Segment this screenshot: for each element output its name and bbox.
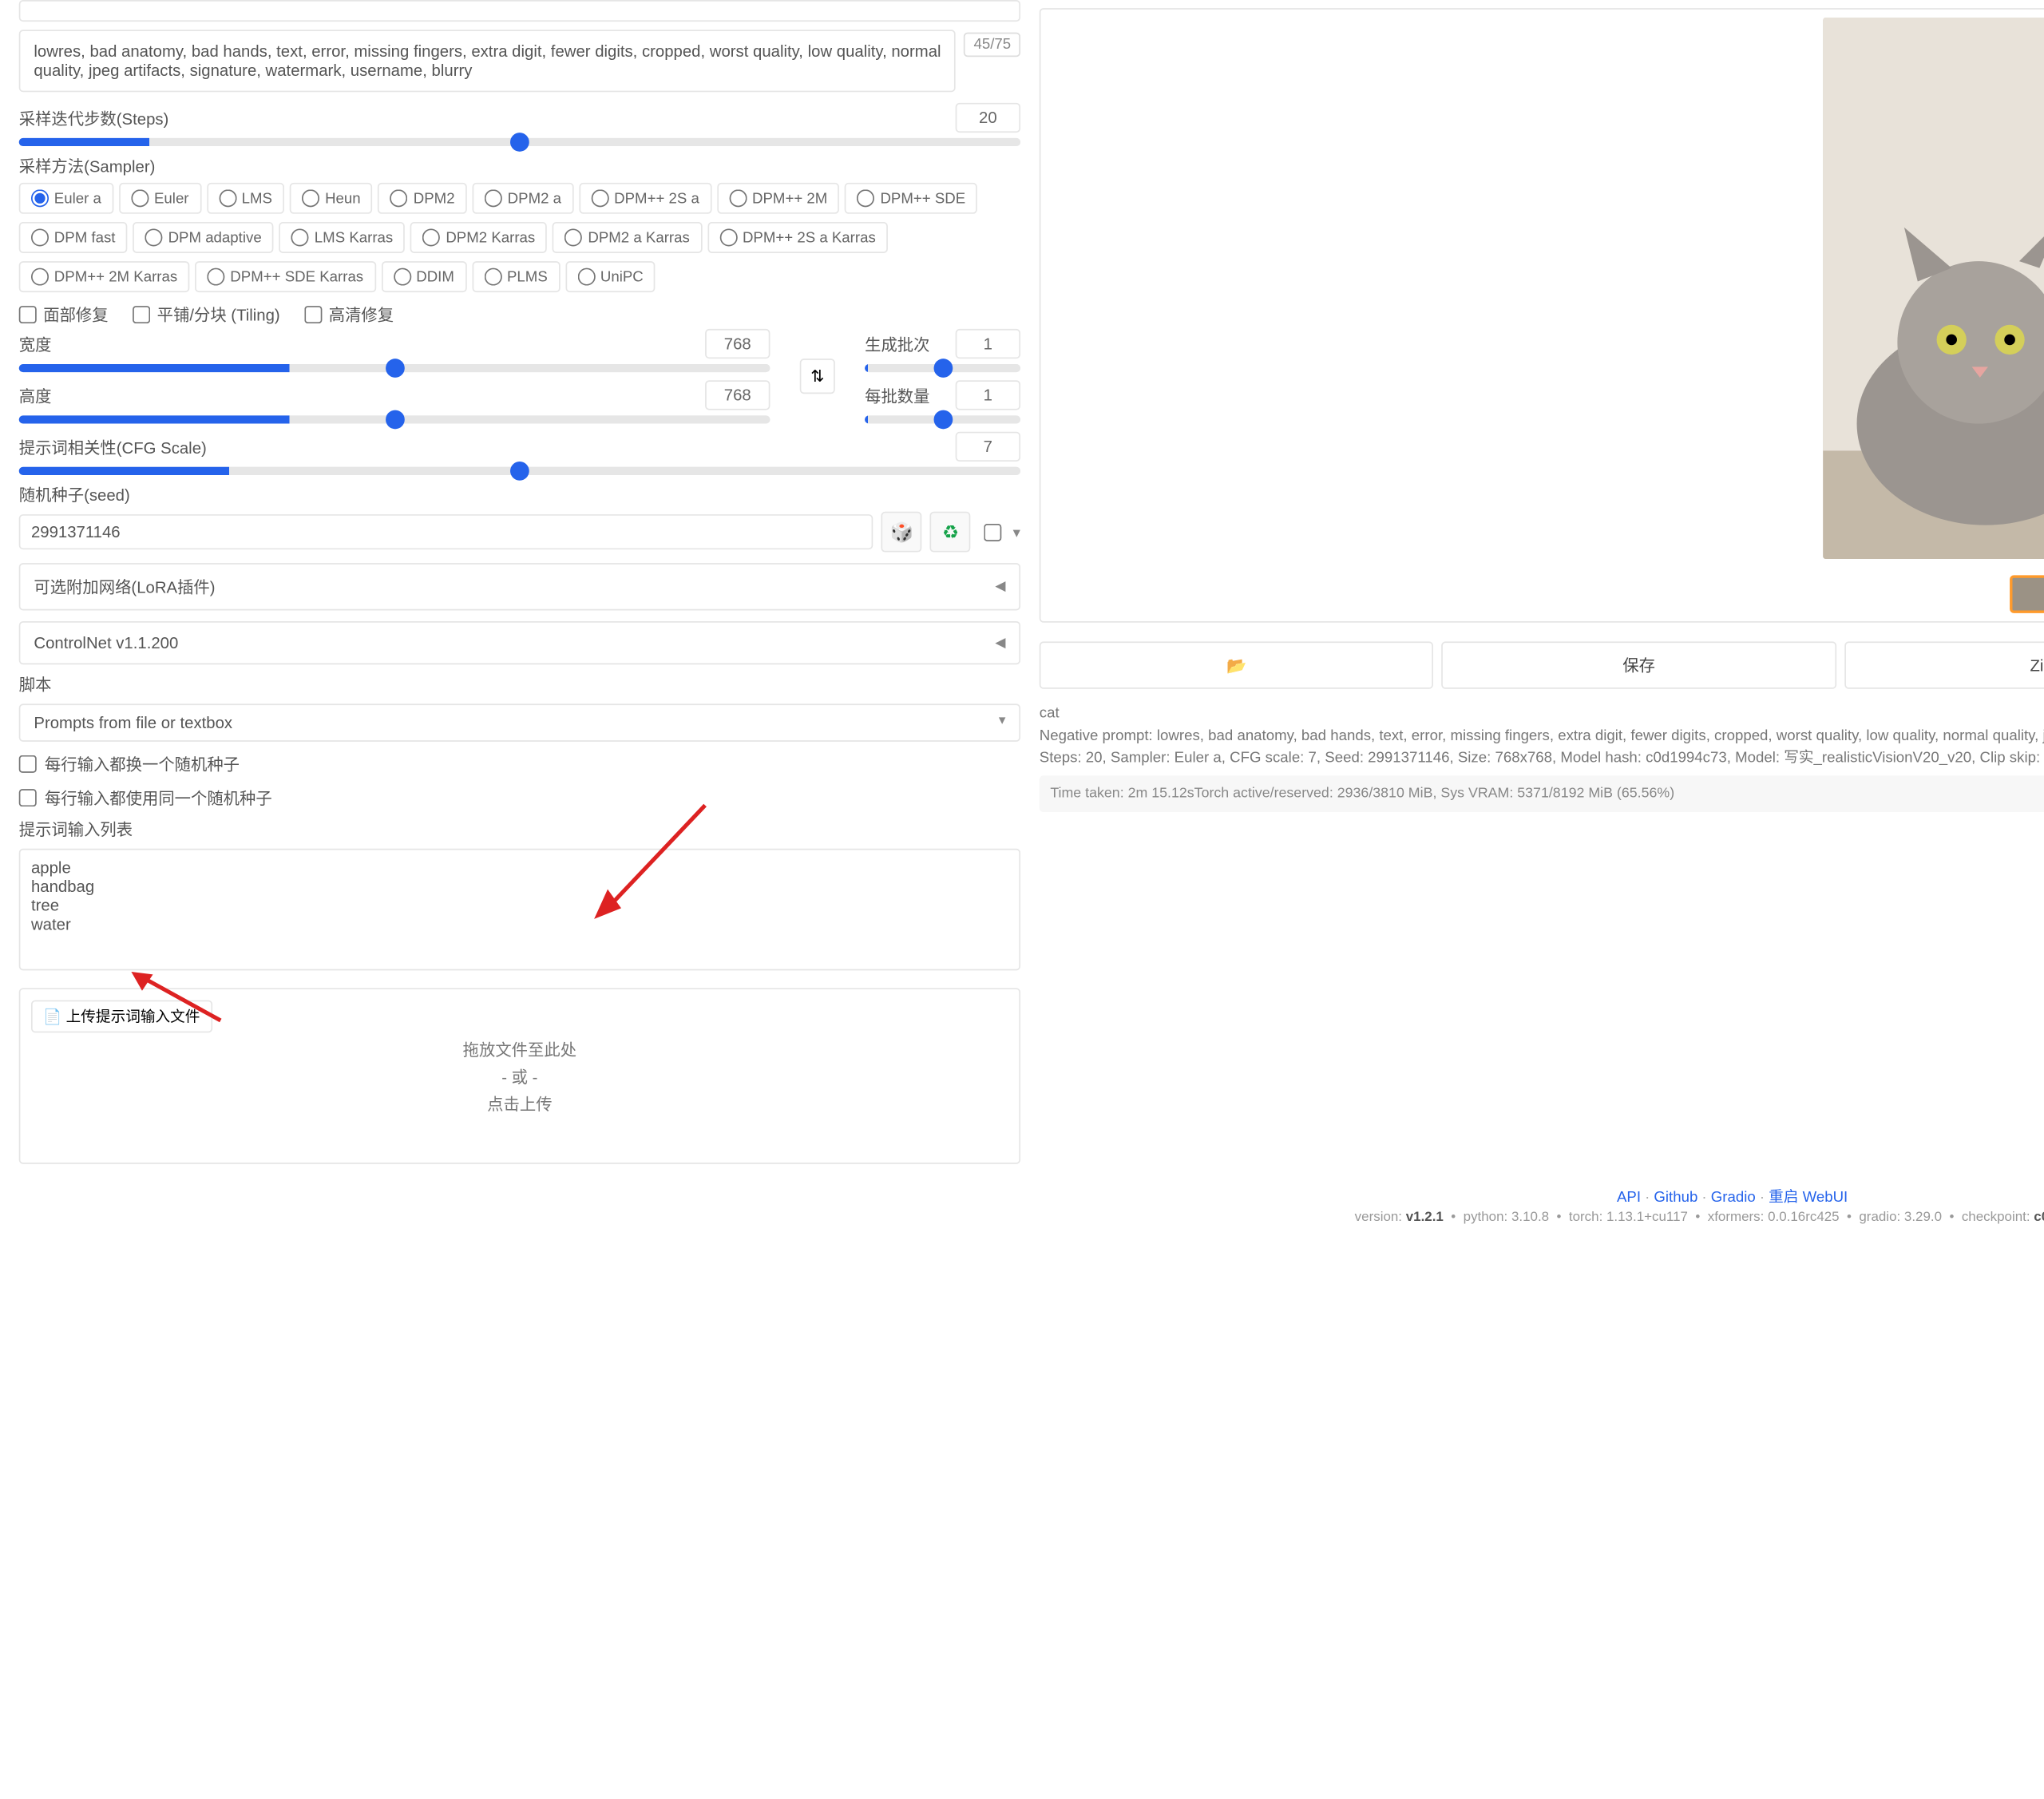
sampler-option[interactable]: DPM++ 2M Karras (19, 261, 190, 292)
negative-prompt-input[interactable]: lowres, bad anatomy, bad hands, text, er… (19, 30, 957, 92)
height-value[interactable]: 768 (705, 380, 770, 410)
seed-input[interactable] (19, 514, 873, 549)
prompt-list-label: 提示词输入列表 (19, 818, 1020, 841)
batch-count-slider[interactable] (865, 364, 1020, 372)
token-counter: 45/75 (965, 33, 1020, 57)
footer-github-link[interactable]: Github (1654, 1190, 1697, 1206)
sampler-option[interactable]: Euler a (19, 183, 113, 214)
steps-label: 采样迭代步数(Steps) (19, 106, 948, 129)
sampler-option[interactable]: Heun (290, 183, 373, 214)
script-select[interactable]: Prompts from file or textbox▾ (19, 703, 1020, 741)
sampler-option[interactable]: UniPC (565, 261, 656, 292)
height-label: 高度 (19, 384, 697, 407)
footer-api-link[interactable]: API (1617, 1190, 1641, 1206)
upload-dropzone[interactable]: 📄 上传提示词输入文件 拖放文件至此处 - 或 - 点击上传 (19, 988, 1020, 1163)
sampler-option[interactable]: DPM++ SDE (845, 183, 977, 214)
sampler-option[interactable]: Euler (119, 183, 201, 214)
sampler-option[interactable]: DPM++ SDE Karras (195, 261, 375, 292)
width-label: 宽度 (19, 332, 697, 355)
tiling-checkbox[interactable] (133, 306, 150, 323)
width-value[interactable]: 768 (705, 329, 770, 359)
random-seed-button[interactable]: 🎲 (881, 512, 922, 553)
reuse-seed-button[interactable]: ♻ (930, 512, 971, 553)
zip-button[interactable]: Zip (1844, 641, 2044, 688)
sampler-option[interactable]: DPM fast (19, 222, 128, 253)
sampler-option[interactable]: DDIM (381, 261, 466, 292)
batch-size-label: 每批数量 (865, 384, 947, 407)
script-label: 脚本 (19, 672, 1020, 695)
hires-checkbox[interactable] (304, 306, 322, 323)
chevron-down-icon: ▾ (999, 713, 1006, 732)
sampler-option[interactable]: DPM++ 2M (717, 183, 840, 214)
folder-icon: 📂 (1226, 656, 1246, 675)
extra-seed-checkbox[interactable] (984, 523, 1002, 541)
width-slider[interactable] (19, 364, 770, 372)
chevron-left-icon: ◀ (995, 579, 1005, 594)
result-timing: Time taken: 2m 15.12sTorch active/reserv… (1040, 775, 2044, 812)
sampler-option[interactable]: DPM++ 2S a (579, 183, 711, 214)
batch-size-value[interactable]: 1 (956, 380, 1020, 410)
cfg-label: 提示词相关性(CFG Scale) (19, 435, 948, 458)
batch-size-slider[interactable] (865, 415, 1020, 423)
footer-versions: version: v1.2.1 • python: 3.10.8 • torch… (0, 1210, 2044, 1225)
sampler-option[interactable]: DPM2 Karras (410, 222, 547, 253)
batch-count-value[interactable]: 1 (956, 329, 1020, 359)
extra-seed-dropdown-icon: ▾ (1013, 523, 1020, 541)
sampler-label: 采样方法(Sampler) (19, 154, 1020, 177)
prompt-list-textarea[interactable] (19, 849, 1020, 971)
face-restore-label: 面部修复 (43, 303, 108, 327)
sampler-option[interactable]: DPM2 a Karras (553, 222, 702, 253)
upload-file-button[interactable]: 📄 上传提示词输入文件 (31, 1001, 212, 1033)
save-button[interactable]: 保存 (1442, 641, 1836, 688)
controlnet-accordion[interactable]: ControlNet v1.1.200◀ (19, 621, 1020, 664)
sampler-option[interactable]: DPM adaptive (133, 222, 274, 253)
thumbnail[interactable] (2010, 575, 2044, 612)
steps-slider[interactable] (19, 138, 1020, 146)
cfg-value[interactable]: 7 (956, 432, 1020, 462)
generated-image[interactable] (1823, 18, 2044, 559)
sampler-option[interactable]: DPM2 (378, 183, 467, 214)
dropzone-click: 点击上传 (487, 1092, 552, 1115)
footer-reload-link[interactable]: 重启 WebUI (1769, 1190, 1848, 1206)
hires-label: 高清修复 (329, 303, 394, 327)
sampler-option[interactable]: DPM++ 2S a Karras (707, 222, 888, 253)
result-params: Steps: 20, Sampler: Euler a, CFG scale: … (1040, 747, 2044, 770)
sampler-options: Euler aEulerLMSHeunDPM2DPM2 aDPM++ 2S aD… (19, 183, 1020, 292)
lora-accordion[interactable]: 可选附加网络(LoRA插件)◀ (19, 563, 1020, 610)
tiling-label: 平铺/分块 (Tiling) (157, 303, 280, 327)
open-folder-button[interactable]: 📂 (1040, 641, 1434, 688)
same-seed-checkbox[interactable] (19, 789, 37, 806)
dropzone-or: - 或 - (501, 1064, 537, 1088)
swap-dimensions-button[interactable]: ⇅ (800, 359, 835, 394)
height-slider[interactable] (19, 415, 770, 423)
result-prompt: cat (1040, 703, 2044, 725)
sampler-option[interactable]: LMS Karras (279, 222, 406, 253)
cfg-slider[interactable] (19, 467, 1020, 475)
chevron-left-icon: ◀ (995, 636, 1005, 651)
result-negative: Negative prompt: lowres, bad anatomy, ba… (1040, 725, 2044, 747)
seed-label: 随机种子(seed) (19, 483, 1020, 506)
sampler-option[interactable]: PLMS (472, 261, 560, 292)
iterate-seed-checkbox[interactable] (19, 755, 37, 773)
dropzone-text: 拖放文件至此处 (463, 1037, 576, 1060)
steps-value[interactable]: 20 (956, 103, 1020, 133)
sampler-option[interactable]: DPM2 a (473, 183, 574, 214)
footer-gradio-link[interactable]: Gradio (1711, 1190, 1756, 1206)
face-restore-checkbox[interactable] (19, 306, 37, 323)
sampler-option[interactable]: LMS (207, 183, 285, 214)
batch-count-label: 生成批次 (865, 332, 947, 355)
